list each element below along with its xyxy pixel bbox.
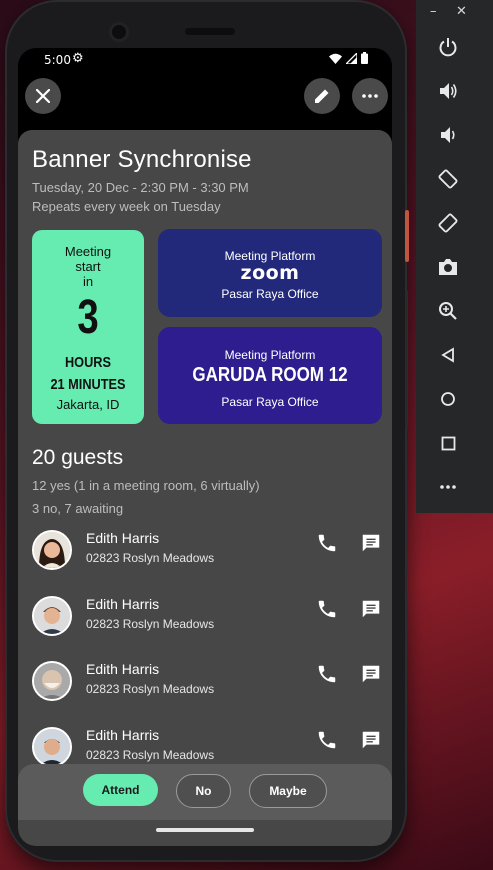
edit-button[interactable] [304, 78, 340, 114]
guests-summary-yes: 12 yes (1 in a meeting room, 6 virtually… [32, 478, 260, 493]
guests-heading: 20 guests [32, 446, 124, 469]
overview-button[interactable] [435, 430, 461, 456]
countdown-label-3: in [82, 274, 94, 289]
event-datetime: Tuesday, 20 Dec - 2:30 PM - 3:30 PM [32, 180, 249, 195]
countdown-number: 3 [77, 291, 99, 344]
event-repeat: Repeats every week on Tuesday [32, 199, 221, 214]
attend-button[interactable]: Attend [83, 774, 158, 806]
power-side-button[interactable] [405, 290, 408, 430]
status-bar: 5:00 ⚙ [18, 48, 392, 74]
room-name: GARUDA ROOM 12 [192, 364, 348, 386]
home-button[interactable] [435, 386, 461, 412]
rotate-left-icon [438, 169, 458, 189]
avatar [32, 530, 72, 570]
guests-summary-no: 3 no, 7 awaiting [32, 501, 124, 516]
settings-status-icon: ⚙ [72, 51, 84, 66]
volume-down-icon [441, 127, 455, 143]
guest-row[interactable]: Edith Harris 02823 Roslyn Meadows [32, 596, 382, 646]
guest-address: 02823 Roslyn Meadows [86, 617, 215, 631]
home-indicator[interactable] [156, 828, 254, 832]
maybe-button[interactable]: Maybe [249, 774, 327, 808]
guest-address: 02823 Roslyn Meadows [86, 748, 215, 762]
guest-row[interactable]: Edith Harris 02823 Roslyn Meadows [32, 530, 382, 580]
power-icon [439, 38, 457, 57]
avatar [32, 727, 72, 767]
guest-address: 02823 Roslyn Meadows [86, 551, 215, 565]
status-time: 5:00 [44, 53, 71, 67]
countdown-hours: HOURS [64, 354, 112, 371]
back-button[interactable] [435, 342, 461, 368]
rsvp-bar: Attend No Maybe [18, 764, 392, 820]
volume-up-button[interactable] [435, 78, 461, 104]
message-icon[interactable] [360, 532, 382, 554]
event-detail-sheet: Banner Synchronise Tuesday, 20 Dec - 2:3… [18, 130, 392, 846]
back-icon [441, 347, 454, 363]
signal-icon [346, 52, 357, 64]
zoom-icon [439, 302, 457, 320]
guest-name: Edith Harris [86, 727, 160, 743]
device-screen: 5:00 ⚙ Banner Synchronise Tuesday, 20 De… [18, 48, 392, 846]
guest-name: Edith Harris [86, 530, 160, 546]
zoom-logo: zoom [240, 262, 300, 284]
camera-icon [439, 259, 457, 275]
avatar [32, 661, 72, 701]
rotate-right-icon [438, 213, 458, 233]
screenshot-button[interactable] [435, 254, 461, 280]
close-window-button[interactable]: ✕ [456, 4, 467, 19]
earpiece [185, 28, 235, 35]
battery-icon [361, 52, 368, 64]
status-icons [329, 52, 368, 64]
guest-name: Edith Harris [86, 596, 160, 612]
message-icon[interactable] [360, 598, 382, 620]
platform-label: Meeting Platform [224, 249, 316, 263]
countdown-label-1: Meeting [64, 244, 112, 259]
phone-icon[interactable] [316, 532, 338, 554]
countdown-minutes: 21 MINUTES [50, 376, 126, 393]
volume-side-button[interactable] [405, 210, 409, 262]
phone-icon[interactable] [316, 729, 338, 751]
platform-label: Meeting Platform [224, 348, 316, 362]
more-button[interactable] [435, 474, 461, 500]
rotate-right-button[interactable] [435, 210, 461, 236]
no-button[interactable]: No [176, 774, 231, 808]
guest-address: 02823 Roslyn Meadows [86, 682, 215, 696]
countdown-location: Jakarta, ID [56, 397, 120, 412]
countdown-label-2: start [75, 259, 101, 274]
avatar [32, 596, 72, 636]
more-horizontal-icon [362, 94, 378, 98]
home-icon [441, 392, 455, 406]
phone-icon[interactable] [316, 598, 338, 620]
message-icon[interactable] [360, 663, 382, 685]
message-icon[interactable] [360, 729, 382, 751]
room-platform-card[interactable]: Meeting Platform GARUDA ROOM 12 Pasar Ra… [158, 327, 382, 424]
guest-row[interactable]: Edith Harris 02823 Roslyn Meadows [32, 661, 382, 711]
power-button[interactable] [435, 34, 461, 60]
wifi-icon [329, 53, 342, 64]
rotate-left-button[interactable] [435, 166, 461, 192]
volume-down-button[interactable] [435, 122, 461, 148]
more-options-button[interactable] [352, 78, 388, 114]
close-icon [36, 89, 50, 103]
phone-icon[interactable] [316, 663, 338, 685]
overview-icon [441, 436, 455, 450]
countdown-card: Meeting start in 3 HOURS 21 MINUTES Jaka… [32, 230, 144, 424]
platform-office: Pasar Raya Office [221, 287, 319, 301]
zoom-button[interactable] [435, 298, 461, 324]
guest-name: Edith Harris [86, 661, 160, 677]
emulator-toolbar: – ✕ [416, 0, 493, 513]
more-icon [440, 485, 456, 489]
pencil-icon [315, 89, 329, 103]
event-title: Banner Synchronise [32, 146, 252, 173]
minimize-button[interactable]: – [430, 4, 437, 19]
close-button[interactable] [25, 78, 61, 114]
zoom-platform-card[interactable]: Meeting Platform zoom Pasar Raya Office [158, 229, 382, 317]
volume-up-icon [440, 83, 457, 99]
front-camera [112, 25, 126, 39]
platform-office: Pasar Raya Office [221, 395, 319, 409]
